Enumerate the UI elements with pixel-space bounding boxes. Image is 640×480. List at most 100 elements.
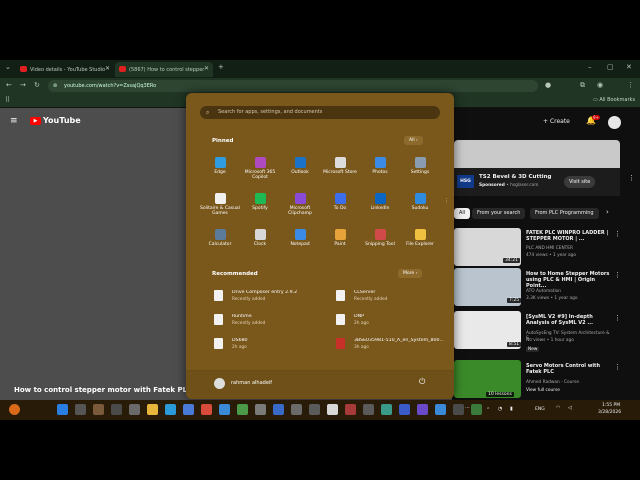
store-icon[interactable] (183, 404, 194, 415)
app-icon[interactable] (273, 404, 284, 415)
pinned-app[interactable]: LinkedIn (360, 193, 400, 211)
app-icon[interactable] (399, 404, 410, 415)
video-title-link[interactable]: [SysML V2 #9] In-depth Analysis of SysML… (526, 314, 616, 326)
minimize-button[interactable]: – (588, 63, 592, 71)
power-icon[interactable]: ⏻ (419, 377, 425, 387)
battery-icon[interactable]: ▮ (510, 406, 513, 412)
video-channel[interactable]: PLC AND HMI CENTER (526, 246, 616, 251)
recommended-item[interactable]: Drive Composer entry 2.9.2 Recently added (214, 288, 324, 306)
tab-youtube-video[interactable]: (5867) How to control stepper ✕ (115, 62, 213, 77)
user-avatar[interactable] (214, 378, 225, 389)
pinned-app[interactable]: Edge (200, 157, 240, 175)
outlook-icon[interactable] (219, 404, 230, 415)
ad-more-icon[interactable]: ⋮ (628, 174, 635, 182)
site-info-icon[interactable]: ⊜ (53, 80, 57, 92)
back-icon[interactable]: ← (6, 81, 12, 89)
app-icon[interactable] (471, 404, 482, 415)
reload-icon[interactable]: ↻ (34, 81, 40, 89)
more-icon[interactable]: ⋯ (465, 405, 470, 411)
app-icon[interactable] (255, 404, 266, 415)
app-icon[interactable] (291, 404, 302, 415)
video-more-icon[interactable]: ⋮ (614, 363, 621, 371)
task-view-icon[interactable] (93, 404, 104, 415)
recommended-item[interactable]: 3BSE035981-510_A_en_System_800... 3h ago (336, 336, 446, 354)
pinned-app[interactable]: Clock (240, 229, 280, 247)
app-icon[interactable] (435, 404, 446, 415)
video-more-icon[interactable]: ⋮ (614, 314, 621, 322)
view-full-course-link[interactable]: View full course (526, 388, 616, 393)
visit-site-button[interactable]: Visit site (564, 176, 596, 188)
new-tab-button[interactable]: + (218, 63, 224, 71)
app-icon[interactable] (345, 404, 356, 415)
pinned-app[interactable]: File Explorer (400, 229, 440, 247)
recommended-item[interactable]: DNP 2h ago (336, 312, 446, 330)
search-icon[interactable] (75, 404, 86, 415)
chrome-icon[interactable] (201, 404, 212, 415)
profile-avatar-icon[interactable]: ◉ (597, 81, 603, 89)
ad-title[interactable]: TS2 Bevel & 3D Cutting (479, 174, 551, 180)
pinned-app[interactable]: Photos (360, 157, 400, 175)
pinned-app[interactable]: Solitaire & Casual Games (200, 193, 240, 216)
wifi-icon[interactable]: ◠ (556, 405, 560, 411)
widgets-app-icon[interactable] (111, 404, 122, 415)
hamburger-menu-icon[interactable]: ≡ (10, 116, 18, 126)
account-avatar[interactable] (608, 116, 621, 129)
pinned-app[interactable]: Sudoku (400, 193, 440, 211)
menu-icon[interactable]: ⋮ (627, 81, 634, 89)
start-icon[interactable] (57, 404, 68, 415)
widgets-icon[interactable] (9, 404, 20, 415)
user-name[interactable]: rahman alhadeif (231, 380, 272, 386)
tab-search-icon[interactable]: ⌄ (5, 63, 11, 71)
page-dots-icon[interactable]: ⋮ (444, 198, 449, 204)
chevron-right-icon[interactable]: › (606, 208, 609, 216)
video-more-icon[interactable]: ⋮ (614, 271, 621, 279)
app-icon[interactable] (129, 404, 140, 415)
video-title-link[interactable]: FATEK PLC WINPRO LADDER | STEPPER MOTOR … (526, 230, 616, 242)
clock-time[interactable]: 1:55 PM (602, 403, 620, 408)
url-input[interactable]: ⊜ youtube.com/watch?v=ZssajQq3ERo (48, 80, 538, 92)
close-icon[interactable]: ✕ (105, 65, 110, 72)
profile-icon[interactable]: ● (545, 81, 551, 89)
chip-from-channel[interactable]: From PLC Programming (530, 208, 599, 219)
maximize-button[interactable]: ▢ (607, 63, 614, 71)
pinned-app[interactable]: Microsoft 365 Copilot (240, 157, 280, 180)
forward-icon[interactable]: → (20, 81, 26, 89)
close-window-button[interactable]: ✕ (626, 63, 632, 71)
file-explorer-icon[interactable] (147, 404, 158, 415)
pinned-app[interactable]: Settings (400, 157, 440, 175)
app-icon[interactable] (327, 404, 338, 415)
network-icon[interactable]: ◔ (498, 406, 502, 412)
recommended-item[interactable]: CLServer Recently added (336, 288, 446, 306)
video-title-link[interactable]: Servo Motors Control with Fatek PLC (526, 363, 616, 375)
close-icon[interactable]: ✕ (204, 65, 209, 72)
chip-from-search[interactable]: From your search (472, 208, 526, 219)
app-icon[interactable] (381, 404, 392, 415)
ad-banner-image[interactable] (454, 140, 620, 168)
pinned-app[interactable]: Snipping Tool (360, 229, 400, 247)
youtube-logo[interactable]: ▶ YouTube (30, 116, 81, 125)
app-icon[interactable] (417, 404, 428, 415)
start-search-input[interactable]: ⌕ Search for apps, settings, and documen… (200, 106, 440, 119)
edge-icon[interactable] (165, 404, 176, 415)
video-more-icon[interactable]: ⋮ (614, 230, 621, 238)
clock-date[interactable]: 3/28/2026 (598, 410, 621, 415)
video-channel[interactable]: Ahmed Radwan - Course (526, 380, 616, 385)
volume-icon[interactable]: ◁ (568, 405, 572, 411)
more-button[interactable]: More › (398, 269, 423, 278)
app-icon[interactable] (453, 404, 464, 415)
pinned-app[interactable]: Outlook (280, 157, 320, 175)
tab-youtube-studio[interactable]: Video details - YouTube Studio ✕ (16, 62, 114, 77)
pinned-app[interactable]: Calculator (200, 229, 240, 247)
video-channel[interactable]: ATO Automation (526, 289, 616, 294)
pinned-app[interactable]: Microsoft Clipchamp (280, 193, 320, 216)
app-icon[interactable] (363, 404, 374, 415)
app-icon[interactable] (309, 404, 320, 415)
chip-all[interactable]: All (454, 208, 471, 219)
apps-icon[interactable]: ⠿ (5, 96, 10, 104)
tray-overflow-icon[interactable]: ⌃ (486, 407, 490, 413)
pinned-app[interactable]: Paint (320, 229, 360, 247)
pinned-app[interactable]: Microsoft Store (320, 157, 360, 175)
recommended-item[interactable]: Runtime Recently added (214, 312, 324, 330)
pinned-app[interactable]: To Do (320, 193, 360, 211)
all-bookmarks[interactable]: ▭ All Bookmarks (593, 97, 635, 103)
